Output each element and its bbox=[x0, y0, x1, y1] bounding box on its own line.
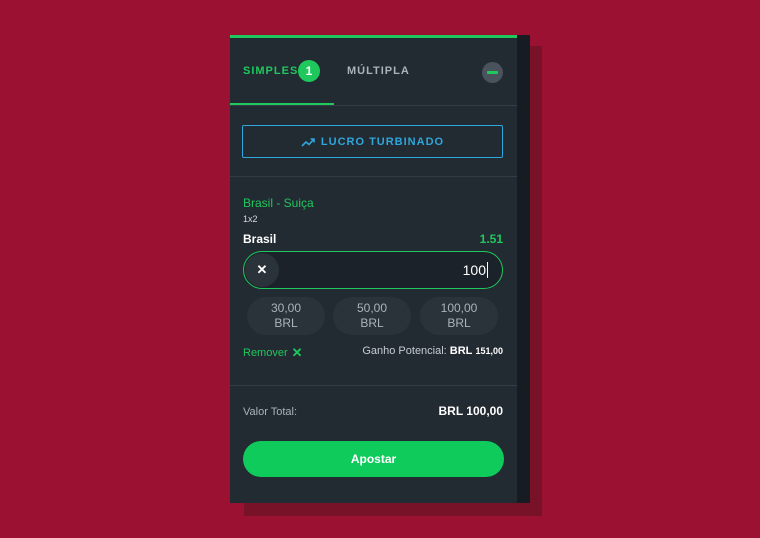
remove-bet-button[interactable]: Remover ✕ bbox=[243, 345, 303, 361]
potential-gain-label: Ganho Potencial: bbox=[362, 345, 447, 357]
clear-stake-button[interactable]: ✕ bbox=[245, 253, 279, 287]
bet-item: Brasil - Suiça 1x2 Brasil 1.51 ✕ 100 30,… bbox=[230, 177, 517, 386]
selection-name: Brasil bbox=[243, 232, 277, 246]
minimize-button[interactable] bbox=[482, 62, 503, 83]
quick-stake-amount: 50,00 bbox=[356, 301, 388, 315]
trending-up-icon bbox=[301, 137, 315, 147]
remove-label: Remover bbox=[243, 347, 288, 359]
market-name: 1x2 bbox=[243, 214, 258, 224]
stake-value[interactable]: 100 bbox=[463, 262, 488, 278]
quick-stake-button[interactable]: 100,00 BRL bbox=[420, 297, 498, 335]
scrollbar[interactable] bbox=[517, 35, 530, 503]
lucro-turbinado-label: LUCRO TURBINADO bbox=[320, 135, 445, 148]
quick-stake-button[interactable]: 50,00 BRL bbox=[333, 297, 411, 335]
close-icon: ✕ bbox=[291, 345, 303, 360]
stake-input[interactable]: ✕ 100 bbox=[243, 251, 503, 289]
minus-icon bbox=[487, 71, 498, 74]
quick-stake-currency: BRL bbox=[447, 316, 471, 330]
place-bet-button[interactable]: Apostar bbox=[243, 441, 504, 477]
potential-gain-currency: BRL bbox=[449, 345, 473, 357]
betslip-panel: SIMPLES 1 MÚLTIPLA LUCRO TURBINADO Brasi… bbox=[230, 35, 517, 503]
quick-stake-button[interactable]: 30,00 BRL bbox=[247, 297, 325, 335]
selection-odds: 1.51 bbox=[479, 232, 503, 246]
total-label: Valor Total: bbox=[243, 406, 298, 418]
quick-stake-amount: 30,00 bbox=[270, 301, 302, 315]
boost-section: LUCRO TURBINADO bbox=[230, 106, 517, 177]
match-name[interactable]: Brasil - Suiça bbox=[243, 196, 314, 210]
potential-gain-value: 151,00 bbox=[475, 346, 503, 356]
quick-stake-amount: 100,00 bbox=[440, 301, 478, 315]
total-value: BRL 100,00 bbox=[438, 404, 503, 418]
quick-stake-currency: BRL bbox=[274, 316, 298, 330]
tab-multipla[interactable]: MÚLTIPLA bbox=[347, 65, 410, 77]
quick-stake-currency: BRL bbox=[360, 316, 384, 330]
potential-gain: Ganho Potencial: BRL 151,00 bbox=[362, 345, 503, 357]
betslip-tabs: SIMPLES 1 MÚLTIPLA bbox=[230, 38, 517, 106]
tab-simples-label: SIMPLES bbox=[243, 65, 299, 77]
close-icon: ✕ bbox=[256, 262, 268, 277]
selection-count-badge: 1 bbox=[298, 60, 320, 82]
lucro-turbinado-button[interactable]: LUCRO TURBINADO bbox=[242, 125, 503, 158]
tab-simples[interactable]: SIMPLES 1 bbox=[230, 38, 334, 105]
place-bet-label: Apostar bbox=[350, 452, 397, 466]
